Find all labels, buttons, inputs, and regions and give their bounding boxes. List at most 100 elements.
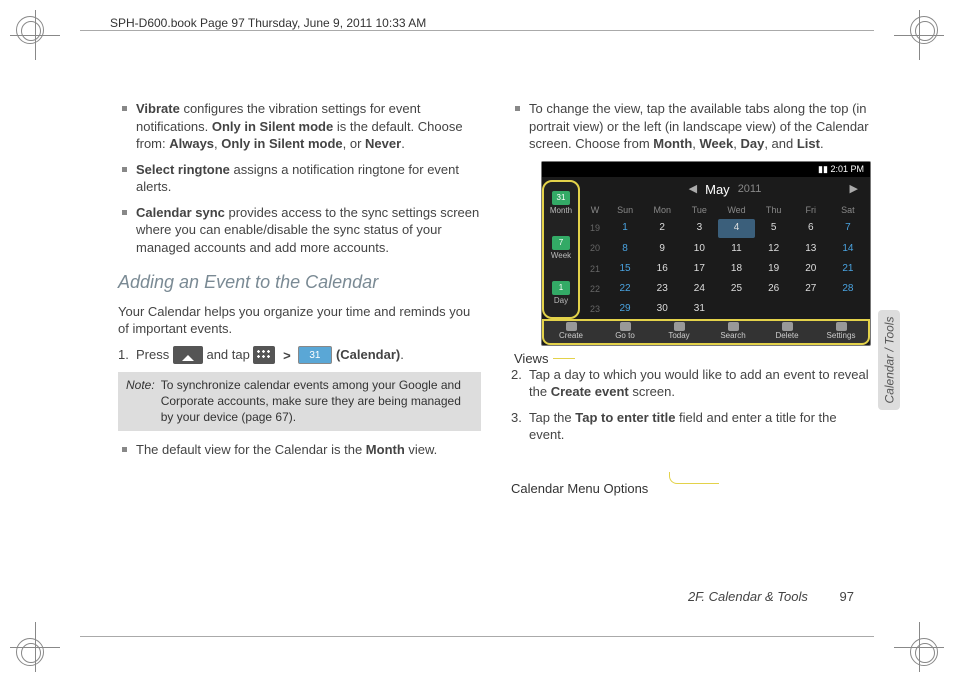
vibrate-label: Vibrate	[136, 101, 180, 116]
calendar-menu-row: Create Go to Today Search Delete Settings	[542, 319, 870, 345]
footer-page-number: 97	[840, 589, 854, 604]
bullet-ringtone: Select ringtone assigns a notification r…	[136, 161, 481, 196]
t: Only in Silent mode	[212, 119, 333, 134]
callout-menu-label: Calendar Menu Options	[511, 480, 648, 498]
doc-header: SPH-D600.book Page 97 Thursday, June 9, …	[110, 16, 426, 30]
t: Month	[366, 442, 405, 457]
view-tab-month: 31Month	[544, 182, 578, 227]
day-cell: 22	[607, 279, 643, 298]
page-footer: 2F. Calendar & Tools 97	[688, 589, 854, 604]
ringtone-label: Select ringtone	[136, 162, 230, 177]
menu-item-create: Create	[544, 321, 598, 343]
registration-mark-icon	[16, 16, 44, 44]
calendar-view-icon: 1	[552, 281, 570, 295]
day-header: Thu	[756, 202, 792, 218]
day-cell: 4	[718, 219, 754, 238]
day-header: Sat	[830, 202, 866, 218]
week-number: 19	[584, 219, 606, 238]
prev-month-icon: ◀	[689, 182, 697, 197]
day-cell: 23	[644, 279, 680, 298]
create-icon	[566, 322, 577, 331]
t: .	[400, 347, 404, 362]
today-icon	[674, 322, 685, 331]
day-cell: 5	[756, 219, 792, 238]
t: Only in Silent mode	[221, 136, 342, 151]
day-cell: 29	[607, 299, 643, 318]
menu-label: Today	[668, 331, 689, 342]
step-num: 1.	[118, 346, 129, 364]
header-rule	[80, 30, 874, 31]
footer-section: 2F. Calendar & Tools	[688, 589, 808, 604]
day-cell: 2	[644, 219, 680, 238]
calendar-screenshot: ▮▮ 2:01 PM 31Month7Week1Day ◀ May 2011 ▶…	[541, 161, 871, 346]
week-number: 20	[584, 239, 606, 258]
menu-item-settings: Settings	[814, 321, 868, 343]
day-cell: 15	[607, 259, 643, 278]
month-label: May	[705, 181, 730, 199]
menu-label: Create	[559, 331, 583, 342]
side-tab-label: Calendar / Tools	[882, 317, 896, 404]
day-cell: 28	[830, 279, 866, 298]
note-box: Note: To synchronize calendar events amo…	[118, 372, 481, 431]
day-cell: 9	[644, 239, 680, 258]
day-cell: 13	[793, 239, 829, 258]
view-label: Day	[554, 296, 568, 307]
day-header: Mon	[644, 202, 680, 218]
menu-label: Go to	[615, 331, 635, 342]
step-num: 2.	[511, 366, 522, 384]
t: (Calendar)	[336, 347, 400, 362]
search-icon	[728, 322, 739, 331]
week-number: 23	[584, 299, 606, 318]
sync-label: Calendar sync	[136, 205, 225, 220]
day-cell: 25	[718, 279, 754, 298]
menu-label: Delete	[775, 331, 798, 342]
bullet-vibrate: Vibrate configures the vibration setting…	[136, 100, 481, 153]
step-2: 2. Tap a day to which you would like to …	[529, 366, 874, 401]
registration-mark-icon	[16, 638, 44, 666]
calendar-grid: WSunMonTueWedThuFriSat191234567208910111…	[584, 202, 866, 319]
registration-mark-icon	[910, 16, 938, 44]
left-column: Vibrate configures the vibration setting…	[118, 100, 481, 467]
day-cell: 3	[681, 219, 717, 238]
menu-item-go-to: Go to	[598, 321, 652, 343]
t: Day	[740, 136, 764, 151]
t: , and	[764, 136, 797, 151]
go to-icon	[620, 322, 631, 331]
breadcrumb-separator: >	[279, 347, 295, 365]
day-cell: 21	[830, 259, 866, 278]
calendar-view-icon: 31	[552, 191, 570, 205]
footer-rule	[80, 636, 874, 637]
day-cell: 26	[756, 279, 792, 298]
menu-item-delete: Delete	[760, 321, 814, 343]
day-header: Fri	[793, 202, 829, 218]
t: screen.	[629, 384, 675, 399]
day-cell: 10	[681, 239, 717, 258]
step-3: 3. Tap the Tap to enter title field and …	[529, 409, 874, 444]
section-intro: Your Calendar helps you organize your ti…	[118, 303, 481, 338]
day-cell: 30	[644, 299, 680, 318]
t: List	[797, 136, 820, 151]
status-bar: ▮▮ 2:01 PM	[542, 162, 870, 177]
right-column: To change the view, tap the available ta…	[511, 100, 874, 467]
callout-line	[669, 472, 719, 484]
side-tab: Calendar / Tools	[878, 310, 900, 410]
day-header: Wed	[718, 202, 754, 218]
day-cell: 16	[644, 259, 680, 278]
t: Tap the	[529, 410, 575, 425]
week-number: 22	[584, 279, 606, 298]
year-label: 2011	[738, 182, 762, 197]
menu-item-search: Search	[706, 321, 760, 343]
home-key-icon	[173, 346, 203, 364]
day-cell	[718, 299, 754, 318]
t: Week	[700, 136, 734, 151]
settings-icon	[836, 322, 847, 331]
day-cell: 20	[793, 259, 829, 278]
t: Never	[365, 136, 401, 151]
menu-label: Search	[720, 331, 745, 342]
week-number: 21	[584, 259, 606, 278]
t: Month	[653, 136, 692, 151]
step-1: 1. Press and tap > (Calendar).	[136, 346, 481, 365]
day-cell: 11	[718, 239, 754, 258]
day-cell	[830, 299, 866, 318]
day-cell: 31	[681, 299, 717, 318]
